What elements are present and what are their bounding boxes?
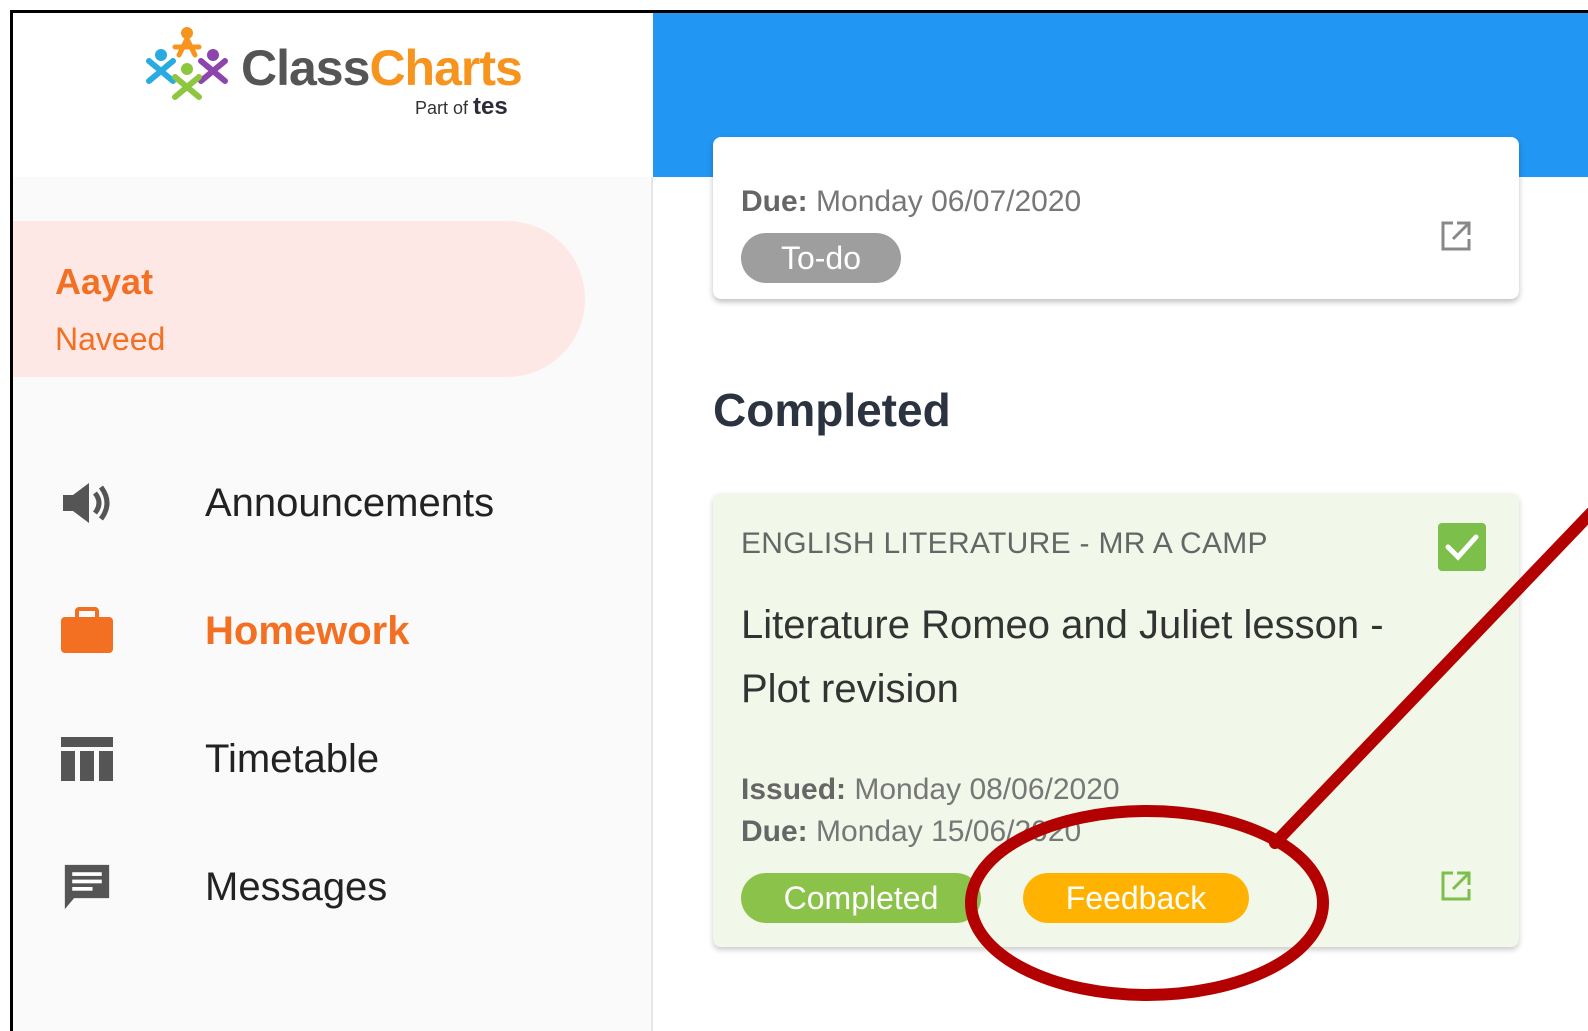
logo-wordmark: ClassCharts [241, 39, 523, 97]
status-badge-completed: Completed [741, 873, 981, 923]
sidebar: ClassCharts Part of tes Aayat Naveed Ann… [13, 13, 653, 1031]
user-last-name: Naveed [55, 321, 166, 357]
completed-checkbox[interactable] [1438, 523, 1486, 571]
sidebar-item-homework[interactable]: Homework [13, 591, 633, 671]
due-date: Due: Monday 15/06/2020 [741, 815, 1081, 849]
section-title-completed: Completed [713, 384, 951, 436]
logo-class-text: Class [241, 40, 370, 96]
tagline-brand: tes [473, 93, 508, 120]
timetable-icon [61, 737, 113, 781]
megaphone-icon [63, 483, 110, 523]
logo-tagline: Part of tes [415, 93, 508, 121]
issued-value: Monday 08/06/2020 [854, 773, 1120, 806]
sidebar-item-announcements[interactable]: Announcements [13, 463, 633, 543]
open-external-icon[interactable] [1439, 219, 1473, 253]
homework-subject: ENGLISH LITERATURE - MR A CAMP [741, 527, 1268, 560]
open-external-icon[interactable] [1439, 869, 1473, 903]
briefcase-icon [61, 607, 113, 653]
homework-title: Literature Romeo and Juliet lesson - Plo… [741, 603, 1384, 711]
logo-charts-text: Charts [369, 40, 522, 96]
issued-date: Issued: Monday 08/06/2020 [741, 773, 1120, 807]
tagline-prefix: Part of [415, 98, 469, 118]
check-icon [1445, 534, 1479, 561]
homework-list: Due: Monday 06/07/2020 To-do Completed E… [653, 137, 1588, 1031]
status-badge-todo: To-do [741, 233, 901, 283]
sidebar-item-label: Timetable [205, 737, 380, 781]
user-profile[interactable]: Aayat Naveed [13, 221, 585, 377]
homework-card-todo[interactable]: Due: Monday 06/07/2020 To-do [713, 137, 1519, 299]
due-label: Due: [741, 815, 808, 848]
issued-label: Issued: [741, 773, 847, 806]
app-window: ClassCharts Part of tes Aayat Naveed Ann… [10, 10, 1588, 1031]
due-value: Monday 06/07/2020 [816, 185, 1082, 218]
sidebar-item-label: Announcements [205, 481, 495, 525]
feedback-badge[interactable]: Feedback [1023, 873, 1249, 923]
logo-area: ClassCharts Part of tes [13, 13, 653, 177]
due-value: Monday 15/06/2020 [816, 815, 1082, 848]
due-date: Due: Monday 06/07/2020 [741, 185, 1081, 219]
classcharts-logo-icon [146, 27, 228, 100]
user-first-name: Aayat [55, 261, 154, 302]
sidebar-item-timetable[interactable]: Timetable [13, 719, 633, 799]
sidebar-item-messages[interactable]: Messages [13, 847, 633, 927]
homework-card-completed[interactable]: ENGLISH LITERATURE - MR A CAMP Literatur… [713, 493, 1519, 947]
sidebar-item-label: Homework [205, 609, 410, 653]
message-icon [64, 864, 110, 910]
sidebar-item-label: Messages [205, 865, 388, 909]
due-label: Due: [741, 185, 808, 218]
